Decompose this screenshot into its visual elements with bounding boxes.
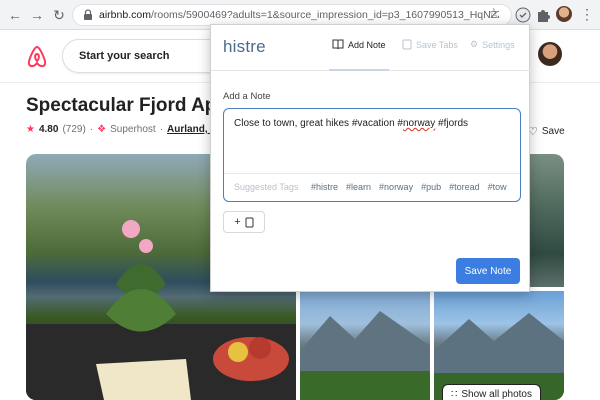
user-avatar[interactable]	[538, 42, 562, 66]
browser-menu-icon[interactable]: ⋮	[580, 5, 594, 23]
back-arrow-icon[interactable]: ←	[6, 6, 24, 24]
tab-settings[interactable]: ⚙ Settings	[470, 39, 515, 50]
note-textarea[interactable]: Close to town, great hikes #vacation #no…	[223, 108, 521, 202]
grid-icon: ∷	[451, 389, 458, 400]
tag-chip[interactable]: #toread	[449, 182, 480, 192]
save-label: Save	[541, 126, 565, 137]
tab-save-tabs-label: Save Tabs	[416, 39, 458, 50]
histre-popup: histre Add Note Save Tabs ⚙ Settings Add…	[210, 24, 531, 292]
superhost-medal-icon: ❖	[97, 124, 107, 135]
tag-chip[interactable]: #histre	[311, 182, 338, 192]
extensions-puzzle-icon[interactable]	[534, 6, 552, 24]
book-open-icon	[332, 39, 344, 50]
histre-brand: histre	[223, 37, 266, 56]
url-text: airbnb.com/rooms/5900469?adults=1&source…	[99, 9, 499, 21]
address-bar[interactable]: airbnb.com/rooms/5900469?adults=1&source…	[72, 4, 512, 26]
notebook-icon	[245, 217, 254, 227]
rating-value: 4.80	[38, 124, 59, 135]
show-all-photos-label: Show all photos	[461, 389, 532, 400]
tab-save-tabs[interactable]: Save Tabs	[402, 39, 458, 50]
browser-profile-avatar[interactable]	[556, 6, 572, 22]
save-listing-button[interactable]: ♡ Save	[528, 125, 565, 138]
suggested-tags-label: Suggested Tags	[234, 182, 299, 192]
add-to-notebook-label: +	[234, 216, 241, 228]
listing-meta: ★ 4.80 (729) · ❖ Superhost · Aurland, Sc	[26, 124, 223, 135]
star-icon: ★	[26, 124, 35, 135]
reload-icon[interactable]: ↻	[50, 6, 68, 24]
superhost-label: Superhost	[110, 124, 156, 135]
gear-icon: ⚙	[470, 39, 479, 49]
active-tab-indicator	[329, 69, 389, 71]
tag-chip[interactable]: #tow	[488, 182, 507, 192]
review-count[interactable]: (729)	[62, 124, 85, 135]
tab-add-note[interactable]: Add Note	[332, 39, 386, 50]
book-icon	[402, 39, 412, 50]
histre-extension-icon[interactable]	[514, 6, 532, 24]
listing-title: Spectacular Fjord Apar	[26, 95, 235, 116]
bookmark-star-icon[interactable]: ☆	[488, 6, 502, 20]
airbnb-logo-icon[interactable]	[26, 45, 48, 69]
show-all-photos-button[interactable]: ∷ Show all photos	[442, 384, 541, 400]
suggested-tags-row: Suggested Tags #histre #learn #norway #p…	[224, 173, 520, 201]
save-note-button[interactable]: Save Note	[456, 258, 520, 284]
tag-chip[interactable]: #pub	[421, 182, 441, 192]
add-note-label: Add a Note	[223, 91, 271, 102]
tag-chip[interactable]: #norway	[379, 182, 413, 192]
add-to-notebook-button[interactable]: +	[223, 211, 265, 233]
tab-settings-label: Settings	[482, 39, 515, 50]
note-text: Close to town, great hikes #vacation #no…	[234, 118, 469, 129]
forward-arrow-icon[interactable]: →	[28, 6, 46, 24]
popup-header: histre Add Note Save Tabs ⚙ Settings	[211, 25, 531, 71]
lock-icon	[84, 9, 92, 20]
listing-photo-4[interactable]	[300, 291, 430, 400]
search-bar-label: Start your search	[79, 50, 170, 62]
tag-chip[interactable]: #learn	[346, 182, 371, 192]
suggested-tags-list: #histre #learn #norway #pub #toread #tow	[311, 182, 507, 192]
tab-add-note-label: Add Note	[348, 39, 386, 50]
